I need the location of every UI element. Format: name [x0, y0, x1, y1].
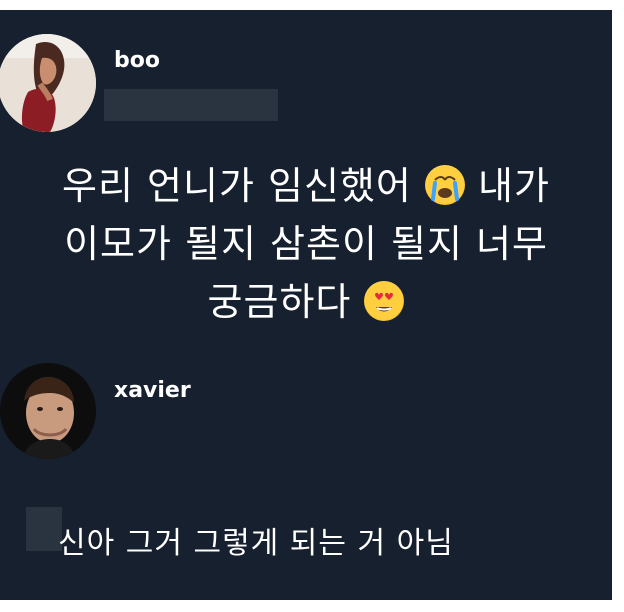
avatar-xavier[interactable] [0, 363, 96, 459]
right-border [612, 0, 624, 612]
redacted-handle [104, 89, 278, 121]
post-text: 우리 언니가 임신했어 내가 이모가 될지 삼촌이 될지 너무 궁금하다 [0, 157, 612, 331]
username-xavier[interactable]: xavier [114, 378, 191, 403]
bottom-border [0, 600, 624, 612]
post-card: boo 우리 언니가 임신했어 내가 이모가 될지 삼촌이 될지 너무 궁금하다 [0, 10, 612, 600]
post-line-3: 궁금하다 [0, 273, 612, 331]
username-boo[interactable]: boo [114, 48, 160, 73]
post-line-1-text: 우리 언니가 임신했어 [62, 164, 412, 208]
avatar-boo[interactable] [0, 34, 96, 132]
post-line-2: 이모가 될지 삼촌이 될지 너무 [64, 222, 548, 266]
post-line-1b-text: 내가 [478, 164, 550, 208]
post-line-3-text: 궁금하다 [207, 280, 352, 324]
redacted-reply-start [26, 507, 62, 551]
reply-text: 신아 그거 그렇게 되는 거 아님 [58, 526, 454, 561]
post-line-1: 우리 언니가 임신했어 내가 [0, 157, 612, 215]
crying-emoji-icon [424, 165, 465, 205]
heart-eyes-emoji-icon [364, 281, 405, 321]
